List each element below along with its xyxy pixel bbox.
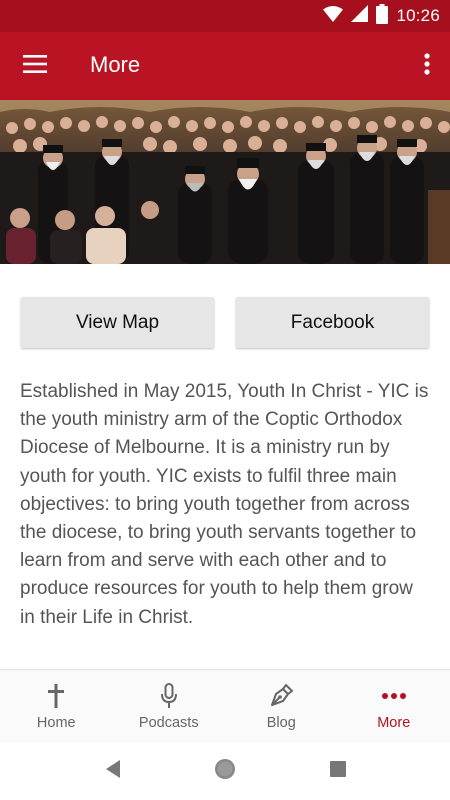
page-title: More <box>90 52 141 77</box>
cross-icon <box>47 682 65 710</box>
nav-item-more[interactable]: More <box>338 670 450 742</box>
nav-label-blog: Blog <box>266 715 296 731</box>
nav-item-podcasts[interactable]: Podcasts <box>113 670 226 742</box>
cell-signal-icon <box>351 5 369 27</box>
home-circle-icon <box>213 757 237 786</box>
battery-icon <box>376 3 389 29</box>
bottom-navigation: Home Podcasts Blog More <box>0 669 450 742</box>
microphone-icon <box>160 682 178 710</box>
wifi-icon <box>323 5 344 27</box>
more-vertical-icon <box>424 52 430 80</box>
nav-item-home[interactable]: Home <box>0 670 113 742</box>
back-triangle-icon <box>104 759 122 784</box>
recents-square-icon <box>329 760 347 783</box>
view-map-button[interactable]: View Map <box>21 297 214 348</box>
nav-label-more: More <box>377 715 411 731</box>
nav-label-podcasts: Podcasts <box>138 715 199 731</box>
app-bar: More <box>0 32 450 100</box>
nav-label-home: Home <box>36 715 76 731</box>
menu-button[interactable] <box>14 46 56 86</box>
hamburger-menu-icon <box>23 54 47 78</box>
system-back-button[interactable] <box>101 759 125 783</box>
hero-group-photo <box>0 100 450 264</box>
status-time: 10:26 <box>396 6 440 25</box>
nav-item-blog[interactable]: Blog <box>225 670 338 742</box>
pen-nib-icon <box>268 682 294 710</box>
status-bar: 10:26 <box>0 0 450 32</box>
more-horizontal-icon <box>381 682 407 710</box>
overflow-menu-button[interactable] <box>416 46 438 86</box>
status-icons: 10:26 <box>323 3 440 29</box>
system-home-button[interactable] <box>213 757 237 786</box>
system-navigation-bar <box>0 742 450 800</box>
facebook-button[interactable]: Facebook <box>236 297 429 348</box>
system-recents-button[interactable] <box>326 759 350 783</box>
about-description: Established in May 2015, Youth In Christ… <box>20 381 429 628</box>
